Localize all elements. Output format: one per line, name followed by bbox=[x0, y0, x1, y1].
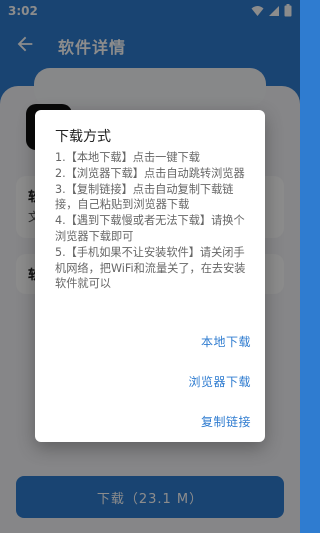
download-method-dialog: 下载方式 1.【本地下载】点击一键下载 2.【浏览器下载】点击自动跳转浏览器 3… bbox=[35, 110, 265, 442]
dialog-line: 1.【本地下载】点击一键下载 bbox=[55, 151, 200, 164]
dialog-line: 3.【复制链接】点击自动复制下载链接，自己粘贴到浏览器下载 bbox=[55, 182, 234, 212]
browser-download-button[interactable]: 浏览器下载 bbox=[188, 373, 251, 390]
dialog-line: 2.【浏览器下载】点击自动跳转浏览器 bbox=[55, 166, 245, 180]
dialog-line: 4.【遇到下载慢或者无法下载】请换个浏览器下载即可 bbox=[55, 214, 245, 243]
dialog-line: 5.【手机如果不让安装软件】请关闭手机网络，把WiFi和流量关了，在去安装软件就… bbox=[55, 245, 246, 291]
copy-link-button[interactable]: 复制链接 bbox=[201, 413, 251, 430]
local-download-button[interactable]: 本地下载 bbox=[201, 333, 251, 350]
dialog-message: 1.【本地下载】点击一键下载 2.【浏览器下载】点击自动跳转浏览器 3.【复制链… bbox=[55, 150, 251, 292]
dialog-title: 下载方式 bbox=[55, 129, 111, 145]
